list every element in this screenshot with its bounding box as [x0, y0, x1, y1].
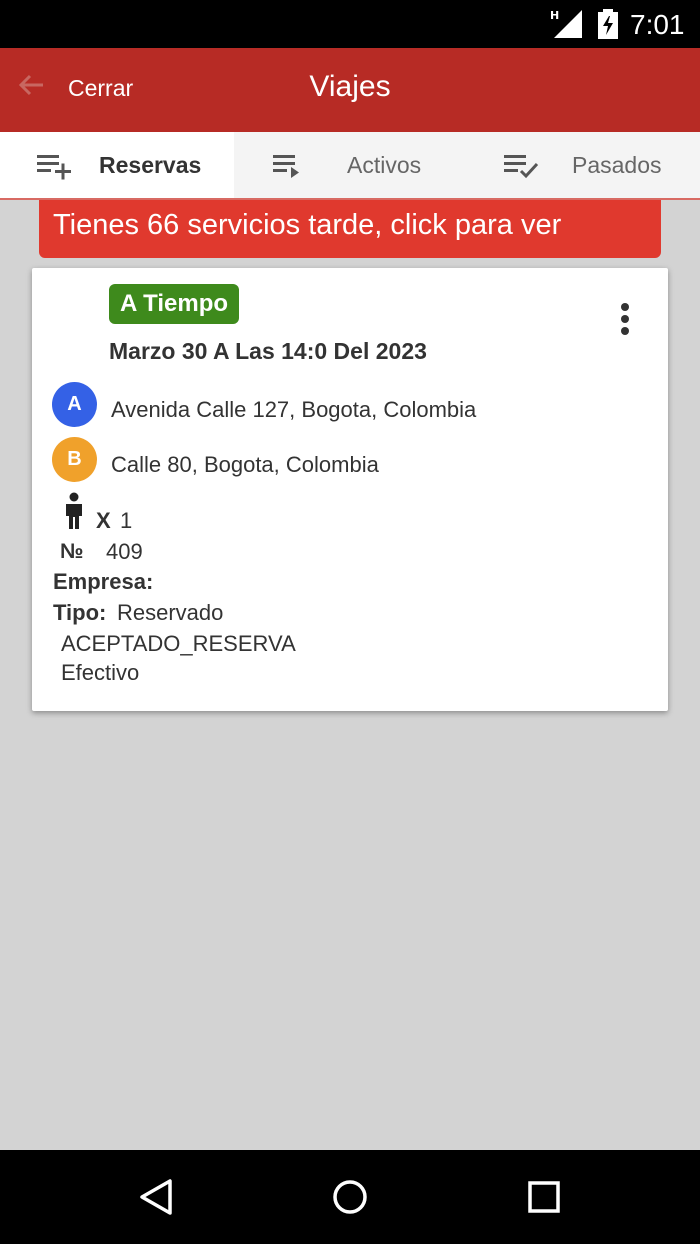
passengers-x-label: X	[96, 508, 111, 533]
type-value: Reservado	[117, 600, 224, 625]
tab-label: Activos	[347, 152, 422, 178]
nav-back-icon[interactable]	[134, 1176, 176, 1218]
tab-pasados[interactable]: Pasados	[468, 132, 700, 198]
trip-card[interactable]: A Tiempo Marzo 30 A Las 14:0 Del 2023 A …	[32, 268, 668, 711]
number-symbol: №	[60, 540, 84, 563]
trip-number: 409	[106, 539, 143, 564]
status-badge: A Tiempo	[109, 284, 240, 324]
origin-address: Avenida Calle 127, Bogota, Colombia	[111, 397, 477, 422]
type-label: Tipo:	[53, 600, 107, 625]
destination-marker: B	[52, 437, 97, 482]
navigation-bar	[0, 1150, 700, 1244]
payment-method: Efectivo	[61, 660, 140, 685]
battery-charging-icon	[598, 9, 618, 39]
trip-state: ACEPTADO_RESERVA	[61, 631, 296, 656]
playlist-play-icon	[273, 155, 299, 178]
person-icon	[66, 492, 82, 529]
tab-activos[interactable]: Activos	[234, 132, 468, 198]
more-vertical-icon[interactable]	[618, 302, 632, 336]
passengers-count: 1	[120, 508, 133, 533]
tab-reservas[interactable]: Reservas	[0, 132, 234, 198]
company-label: Empresa:	[53, 569, 154, 594]
tab-label: Pasados	[572, 152, 662, 178]
playlist-add-icon	[37, 155, 71, 180]
tab-bar: Reservas Activos Pasados	[0, 132, 700, 200]
app-bar: Cerrar Viajes	[0, 48, 700, 132]
tab-label: Reservas	[99, 152, 202, 178]
nav-home-icon[interactable]	[329, 1176, 371, 1218]
late-services-text: Tienes 66 servicios tarde, click para ve…	[53, 209, 562, 241]
playlist-check-icon	[504, 155, 539, 179]
svg-text:H: H	[550, 9, 559, 22]
nav-recents-icon[interactable]	[523, 1176, 565, 1218]
status-bar: H 7:01	[0, 0, 700, 48]
signal-icon: H	[550, 9, 582, 38]
trip-date: Marzo 30 A Las 14:0 Del 2023	[109, 338, 427, 364]
destination-address: Calle 80, Bogota, Colombia	[111, 452, 379, 477]
late-services-banner[interactable]: Tienes 66 servicios tarde, click para ve…	[39, 200, 661, 258]
page-title: Viajes	[309, 70, 391, 103]
origin-marker: A	[52, 382, 97, 427]
clock: 7:01	[630, 9, 685, 40]
